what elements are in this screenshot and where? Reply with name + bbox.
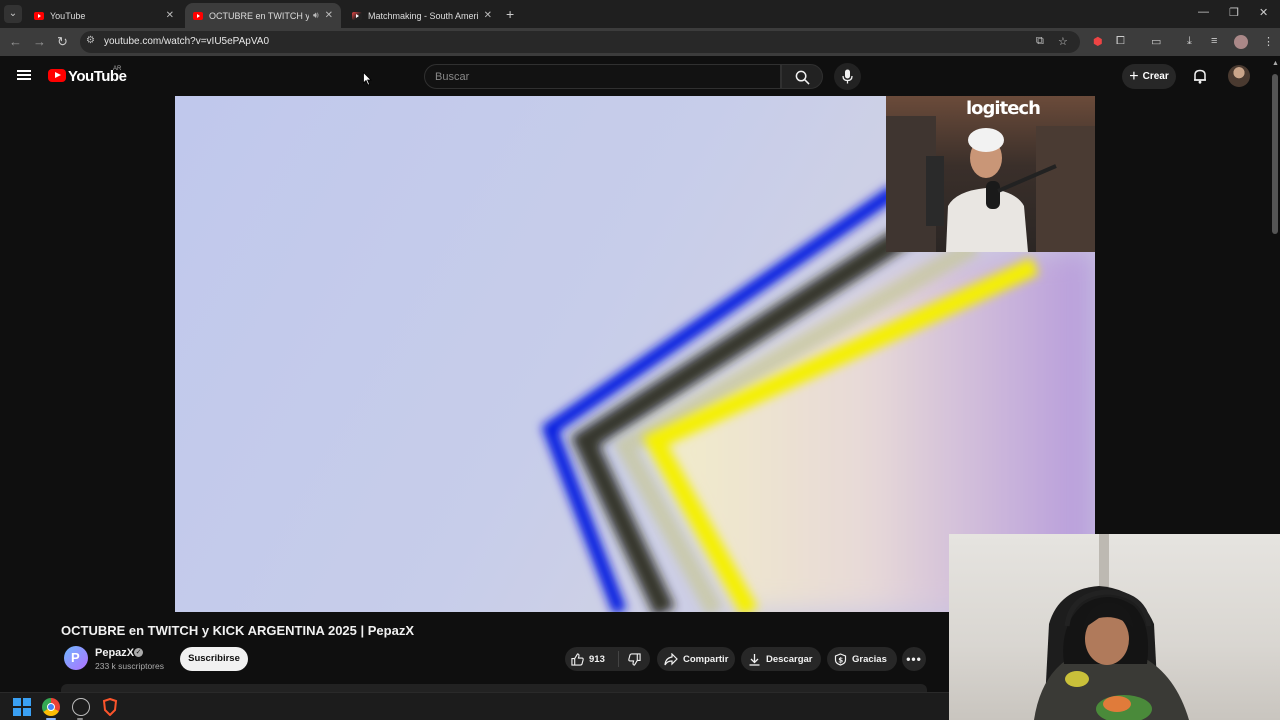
menu-kebab-icon[interactable]: ⋮	[1263, 35, 1274, 48]
description-box[interactable]	[61, 684, 927, 692]
thumbs-down-icon	[628, 652, 641, 666]
microphone-icon	[842, 69, 853, 84]
address-bar[interactable]: ⚙ youtube.com/watch?v=vIU5ePApVA0	[80, 31, 1080, 53]
browser-toolbar: ← → ↻ ⚙ youtube.com/watch?v=vIU5ePApVA0 …	[0, 28, 1280, 56]
thanks-dollar-icon: $	[834, 652, 847, 666]
bookmark-star-icon[interactable]: ☆	[1058, 35, 1068, 48]
close-window-icon[interactable]: ✕	[1259, 6, 1268, 19]
scrollbar-thumb[interactable]	[1272, 74, 1278, 234]
svg-text:$: $	[838, 656, 843, 664]
like-dislike-group: 913	[565, 647, 650, 671]
thanks-button[interactable]: $ Gracias	[827, 647, 897, 671]
scroll-up-icon[interactable]: ▲	[1272, 60, 1279, 67]
streamer-figure	[886, 116, 1095, 252]
search-placeholder: Buscar	[435, 71, 470, 83]
tab-title: YouTube	[50, 10, 86, 21]
youtube-favicon-icon	[34, 11, 44, 20]
plus-icon: +	[1129, 67, 1139, 85]
tab-title: Matchmaking - South America	[368, 10, 478, 21]
download-button[interactable]: Descargar	[741, 647, 821, 671]
site-info-icon[interactable]: ⚙	[86, 35, 95, 46]
thanks-label: Gracias	[852, 653, 887, 665]
audio-playing-icon[interactable]: 🔊︎	[313, 10, 319, 21]
create-button[interactable]: + Crear	[1122, 64, 1176, 89]
close-tab-icon[interactable]: ✕	[484, 10, 492, 21]
share-arrow-icon	[664, 652, 678, 665]
tab-matchmaking[interactable]: Matchmaking - South America ✕	[344, 3, 500, 28]
extension-red-icon[interactable]: ⬢	[1093, 35, 1103, 48]
chrome-icon[interactable]	[42, 698, 60, 716]
close-tab-icon[interactable]: ✕	[325, 10, 333, 21]
more-actions-button[interactable]: •••	[902, 647, 926, 671]
thumbs-up-icon	[571, 652, 584, 666]
notifications-bell-icon[interactable]	[1192, 68, 1208, 84]
subscribe-button[interactable]: Suscribirse	[180, 647, 248, 671]
channel-name[interactable]: PepazX	[95, 647, 134, 659]
like-count: 913	[589, 653, 605, 665]
extensions-icon[interactable]: ⧠	[1116, 35, 1125, 48]
download-label: Descargar	[766, 653, 813, 665]
like-button[interactable]: 913	[565, 651, 619, 667]
tab-search-icon[interactable]: ⌄	[4, 5, 22, 23]
subscriber-count: 233 k suscriptores	[95, 661, 164, 671]
windows-start-icon[interactable]	[13, 698, 31, 716]
url-text: youtube.com/watch?v=vIU5ePApVA0	[104, 36, 269, 47]
clock-app-icon[interactable]	[72, 698, 90, 716]
facecam-overlay	[949, 534, 1280, 720]
tab-video[interactable]: OCTUBRE en TWITCH y KIC 🔊︎ ✕	[185, 3, 341, 28]
back-icon[interactable]: ←	[9, 34, 22, 49]
facecam-person	[1034, 534, 1189, 720]
share-label: Compartir	[683, 653, 729, 665]
channel-avatar[interactable]	[64, 646, 88, 670]
search-icon	[795, 70, 810, 85]
forward-icon[interactable]: →	[33, 34, 46, 49]
video-title: OCTUBRE en TWITCH y KICK ARGENTINA 2025 …	[61, 623, 414, 638]
mouse-cursor-icon	[363, 72, 372, 86]
search-input[interactable]: Buscar	[424, 64, 781, 89]
youtube-favicon-icon	[193, 11, 203, 20]
profile-avatar-icon[interactable]	[1234, 35, 1248, 49]
tab-strip: ⌄ YouTube ✕ OCTUBRE en TWITCH y KIC 🔊︎ ✕…	[0, 0, 1280, 28]
matchmaking-favicon-icon	[352, 11, 362, 20]
search-button[interactable]	[781, 64, 823, 89]
verified-check-icon: ✓	[134, 648, 143, 657]
share-button[interactable]: Compartir	[657, 647, 735, 671]
youtube-logo-icon[interactable]	[48, 69, 66, 82]
tab-youtube[interactable]: YouTube ✕	[26, 3, 182, 28]
dislike-button[interactable]	[619, 652, 641, 666]
reading-list-icon[interactable]: ≡	[1211, 35, 1217, 47]
brave-browser-icon[interactable]	[101, 698, 119, 716]
downloads-icon[interactable]: ⤓	[1187, 35, 1192, 48]
cast-icon[interactable]: ▭	[1151, 35, 1161, 48]
restore-icon[interactable]: ❐	[1229, 6, 1239, 19]
download-icon	[749, 653, 760, 666]
hamburger-menu-icon[interactable]	[17, 70, 31, 80]
tab-title: OCTUBRE en TWITCH y KIC	[209, 10, 309, 21]
voice-search-button[interactable]	[834, 63, 861, 90]
streamer-webcam-overlay: logitech	[886, 96, 1095, 252]
new-tab-icon[interactable]: +	[506, 6, 514, 22]
install-app-icon[interactable]: ⧉	[1036, 35, 1044, 48]
youtube-header: YouTube AR Buscar + Crear	[0, 56, 1270, 96]
reload-icon[interactable]: ↻	[57, 34, 68, 50]
create-label: Crear	[1142, 71, 1169, 82]
account-avatar[interactable]	[1228, 65, 1250, 87]
minimize-icon[interactable]: —	[1198, 6, 1209, 18]
os-taskbar	[0, 692, 949, 720]
country-code: AR	[113, 66, 122, 72]
close-tab-icon[interactable]: ✕	[166, 10, 174, 21]
